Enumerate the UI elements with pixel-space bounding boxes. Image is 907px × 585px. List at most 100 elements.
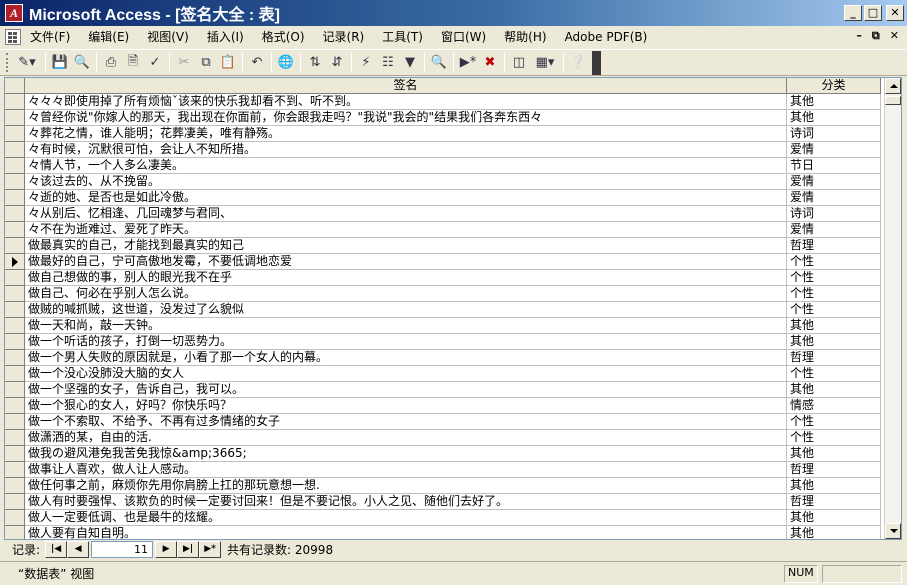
- help-icon[interactable]: ❔: [567, 52, 589, 73]
- apply-filter-icon[interactable]: ▼: [399, 52, 421, 73]
- signature-cell[interactable]: 做自己、何必在乎别人怎么说。: [25, 286, 787, 302]
- table-row[interactable]: 々葬花之情，谁人能明；花葬凄美，唯有静殇。 诗词: [5, 126, 882, 142]
- row-selector[interactable]: [5, 414, 25, 430]
- new-record-nav-button[interactable]: ▶*: [199, 541, 222, 558]
- row-selector[interactable]: [5, 366, 25, 382]
- vertical-scrollbar[interactable]: [884, 78, 901, 539]
- row-selector[interactable]: [5, 206, 25, 222]
- row-selector[interactable]: [5, 302, 25, 318]
- signature-cell[interactable]: 々有时候，沉默很可怕，会让人不知所措。: [25, 142, 787, 158]
- print-icon[interactable]: ⎙: [100, 52, 122, 73]
- table-row[interactable]: 做一个不索取、不给予、不再有过多情绪的女子 个性: [5, 414, 882, 430]
- table-row[interactable]: 做人有时要强悍、该欺负的时候一定要讨回来！但是不要记恨。小人之见、随他们去好了。…: [5, 494, 882, 510]
- menu-records[interactable]: 记录(R): [314, 27, 374, 47]
- signature-cell[interactable]: 々从别后、忆相逢、几回魂梦与君同、: [25, 206, 787, 222]
- signature-cell[interactable]: 做任何事之前，麻烦你先用你肩膀上扛的那玩意想一想.: [25, 478, 787, 494]
- signature-cell[interactable]: 々々々即使用掉了所有烦恼ˇ该来的快乐我却看不到、听不到。: [25, 94, 787, 110]
- current-record-indicator[interactable]: [5, 254, 25, 270]
- signature-cell[interactable]: 做人一定要低调、也是最牛的炫耀。: [25, 510, 787, 526]
- row-selector[interactable]: [5, 270, 25, 286]
- category-cell[interactable]: 其他: [787, 510, 881, 526]
- table-row[interactable]: 々情人节，一个人多么凄美。 节日: [5, 158, 882, 174]
- previous-record-button[interactable]: ◀: [67, 541, 90, 558]
- column-header-category[interactable]: 分类: [787, 78, 881, 94]
- spelling-icon[interactable]: ✓: [144, 52, 166, 73]
- row-selector[interactable]: [5, 430, 25, 446]
- category-cell[interactable]: 爱情: [787, 142, 881, 158]
- category-cell[interactable]: 哲理: [787, 462, 881, 478]
- row-selector[interactable]: [5, 526, 25, 539]
- category-cell[interactable]: 个性: [787, 414, 881, 430]
- table-row[interactable]: 做一个狠心的女人，好吗？你快乐吗？ 情感: [5, 398, 882, 414]
- signature-cell[interactable]: 做人有时要强悍、该欺负的时候一定要讨回来！但是不要记恨。小人之见、随他们去好了。: [25, 494, 787, 510]
- row-selector[interactable]: [5, 398, 25, 414]
- category-cell[interactable]: 哲理: [787, 494, 881, 510]
- minimize-button[interactable]: _: [844, 5, 862, 21]
- design-view-icon[interactable]: ✎▾: [12, 52, 42, 73]
- category-cell[interactable]: 其他: [787, 110, 881, 126]
- row-selector[interactable]: [5, 238, 25, 254]
- row-selector[interactable]: [5, 478, 25, 494]
- scroll-down-arrow-icon[interactable]: [885, 523, 901, 539]
- row-selector[interactable]: [5, 110, 25, 126]
- signature-cell[interactable]: 做一个没心没肺没大脑的女人: [25, 366, 787, 382]
- category-cell[interactable]: 其他: [787, 318, 881, 334]
- row-selector[interactable]: [5, 334, 25, 350]
- signature-cell[interactable]: 々该过去的、从不挽留。: [25, 174, 787, 190]
- table-row[interactable]: 做一天和尚，敲一天钟。 其他: [5, 318, 882, 334]
- menu-adobe-pdf[interactable]: Adobe PDF(B): [556, 27, 657, 47]
- table-row[interactable]: 々々々即使用掉了所有烦恼ˇ该来的快乐我却看不到、听不到。 其他: [5, 94, 882, 110]
- row-selector[interactable]: [5, 190, 25, 206]
- menu-help[interactable]: 帮助(H): [495, 27, 555, 47]
- table-row[interactable]: 做我の避风港免我苦免我惊&amp;3665; 其他: [5, 446, 882, 462]
- datasheet-icon[interactable]: [5, 29, 21, 45]
- signature-cell[interactable]: 做一个狠心的女人，好吗？你快乐吗？: [25, 398, 787, 414]
- undo-icon[interactable]: ↶: [246, 52, 268, 73]
- category-cell[interactable]: 其他: [787, 526, 881, 539]
- properties-icon[interactable]: ◫: [508, 52, 530, 73]
- category-cell[interactable]: 其他: [787, 446, 881, 462]
- category-cell[interactable]: 其他: [787, 94, 881, 110]
- filter-by-form-icon[interactable]: ☷: [377, 52, 399, 73]
- scroll-thumb[interactable]: [885, 96, 901, 105]
- table-row[interactable]: 做一个听话的孩子，打倒一切恶势力。 其他: [5, 334, 882, 350]
- table-row[interactable]: 做事让人喜欢，做人让人感动。 哲理: [5, 462, 882, 478]
- table-row[interactable]: 做一个没心没肺没大脑的女人 个性: [5, 366, 882, 382]
- table-row[interactable]: 々该过去的、从不挽留。 爱情: [5, 174, 882, 190]
- delete-record-icon[interactable]: ✖: [479, 52, 501, 73]
- category-cell[interactable]: 个性: [787, 270, 881, 286]
- row-selector[interactable]: [5, 126, 25, 142]
- table-row[interactable]: 々不在为逝难过、爱死了昨天。 爱情: [5, 222, 882, 238]
- search-file-icon[interactable]: 🔍: [71, 52, 93, 73]
- toolbar-grip[interactable]: [6, 53, 9, 72]
- menu-format[interactable]: 格式(O): [253, 27, 314, 47]
- find-icon[interactable]: 🔍: [428, 52, 450, 73]
- row-selector[interactable]: [5, 318, 25, 334]
- row-selector[interactable]: [5, 382, 25, 398]
- database-window-icon[interactable]: ▦▾: [530, 52, 560, 73]
- table-row[interactable]: 做最真实的自己，才能找到最真实的知己 哲理: [5, 238, 882, 254]
- table-row[interactable]: 々曾经你说"你嫁人的那天，我出现在你面前，你会跟我走吗？"我说"我会的"结果我们…: [5, 110, 882, 126]
- doc-close-button[interactable]: ✕: [890, 29, 899, 43]
- category-cell[interactable]: 个性: [787, 286, 881, 302]
- category-cell[interactable]: 节日: [787, 158, 881, 174]
- signature-cell[interactable]: 做事让人喜欢，做人让人感动。: [25, 462, 787, 478]
- table-row[interactable]: 做自己、何必在乎别人怎么说。 个性: [5, 286, 882, 302]
- row-selector[interactable]: [5, 222, 25, 238]
- sort-ascending-icon[interactable]: ⇅: [304, 52, 326, 73]
- signature-cell[interactable]: 做贼的喊抓贼，这世道，没发过了么貌似: [25, 302, 787, 318]
- category-cell[interactable]: 爱情: [787, 190, 881, 206]
- category-cell[interactable]: 个性: [787, 430, 881, 446]
- toolbar-options-button[interactable]: [592, 50, 601, 75]
- next-record-button[interactable]: ▶: [155, 541, 178, 558]
- paste-icon[interactable]: 📋: [217, 52, 239, 73]
- row-selector[interactable]: [5, 350, 25, 366]
- signature-cell[interactable]: 做一个坚强的女子，告诉自己，我可以。: [25, 382, 787, 398]
- hyperlink-icon[interactable]: 🌐: [275, 52, 297, 73]
- row-selector[interactable]: [5, 462, 25, 478]
- doc-restore-button[interactable]: ⧉: [872, 29, 880, 43]
- signature-cell[interactable]: 做一个男人失败的原因就是，小看了那一个女人的内幕。: [25, 350, 787, 366]
- cut-icon[interactable]: ✂: [173, 52, 195, 73]
- filter-by-selection-icon[interactable]: ⚡: [355, 52, 377, 73]
- table-row[interactable]: 々有时候，沉默很可怕，会让人不知所措。 爱情: [5, 142, 882, 158]
